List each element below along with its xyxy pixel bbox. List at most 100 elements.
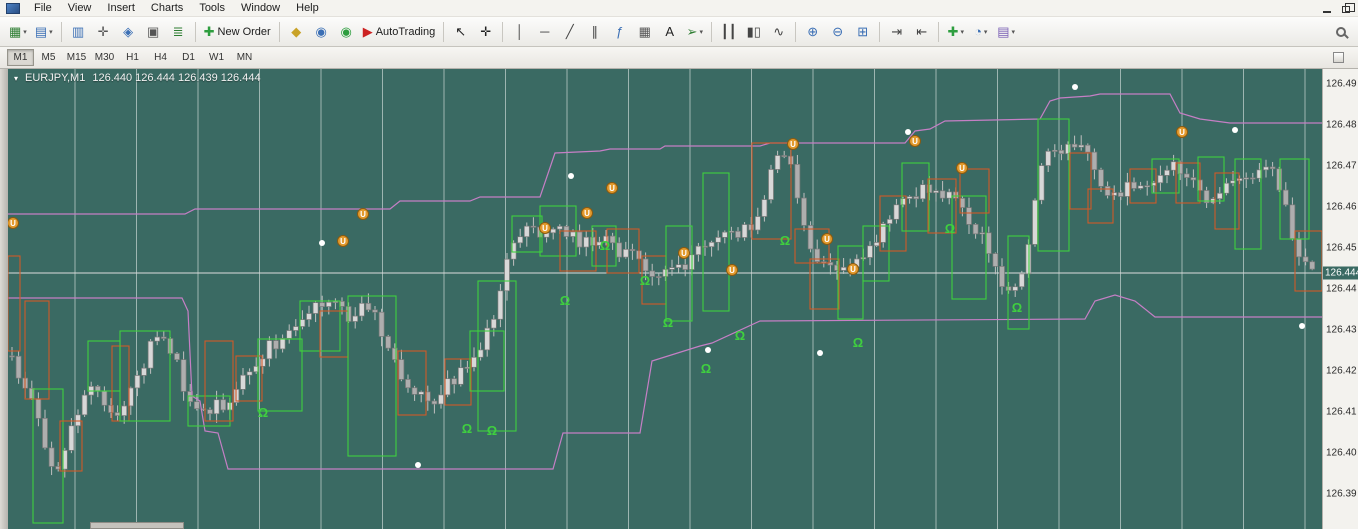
signal-up-marker-icon: U [821,233,833,245]
chart-window-icon [6,2,20,14]
side-panel-button[interactable] [1327,46,1350,69]
sound-button[interactable]: ◉ [335,20,358,43]
candlestick-chart-icon: ▮▯ [746,24,761,39]
bars-chart-button[interactable]: ┃┃ [717,20,740,43]
candlestick-chart-button[interactable]: ▮▯ [742,20,765,43]
timeframe-h1[interactable]: H1 [119,49,146,66]
timeframe-d1[interactable]: D1 [175,49,202,66]
signal-up-marker-icon: U [909,135,921,147]
chart-shift-button[interactable]: ⇤ [910,20,933,43]
periods-button[interactable]: ◔ ▾ [969,20,992,43]
chevron-down-icon: ▾ [983,28,988,36]
grid-layer [74,69,1306,529]
menu-tools[interactable]: Tools [191,1,233,15]
menu-insert[interactable]: Insert [99,1,143,15]
timeframe-m30[interactable]: M30 [91,49,118,66]
svg-text:U: U [912,137,918,146]
vertical-line-button[interactable]: │ [508,20,531,43]
text-button[interactable]: A [658,20,681,43]
zoom-out-icon: ⊖ [832,24,844,39]
timeframe-mn[interactable]: MN [231,49,258,66]
signal-up-marker-icon: U [539,222,551,234]
new-chart-button[interactable]: ▦ ▾ [6,20,30,43]
price-axis-label: 126.41 [1326,406,1357,418]
signal-omega-marker-icon: Ω [640,273,650,288]
timeframe-m5[interactable]: M5 [35,49,62,66]
menu-charts[interactable]: Charts [143,1,191,15]
chevron-down-icon: ▾ [49,28,53,36]
cursor-button[interactable]: ↖ [449,20,472,43]
toolbar-search-button[interactable] [1329,20,1352,43]
sound-icon: ◉ [340,24,352,39]
svg-text:U: U [959,164,965,173]
signal-up-marker-icon: U [678,247,690,259]
templates-icon: ▤ [997,24,1010,39]
horizontal-line-button[interactable]: ─ [533,20,556,43]
timeframe-m1[interactable]: M1 [7,49,34,66]
svg-text:U: U [542,224,548,233]
price-axis-label: 126.46 [1326,201,1357,213]
terminal-button[interactable]: ▣ [142,20,165,43]
current-price-tag: 126.444 [1323,266,1358,280]
window-minimize-button[interactable] [1318,2,1335,15]
signal-dot-icon [1072,84,1078,90]
indicators-button[interactable]: ✚ ▾ [944,20,967,43]
signal-omega-marker-icon: Ω [780,233,790,248]
price-scale[interactable]: 126.49 126.48 126.47 126.46 126.45 126.44 126.… [1322,69,1358,529]
horizontal-scrollbar-thumb[interactable] [90,522,184,529]
signal-omega-marker-icon: Ω [663,315,673,330]
toolbar-group: ┃┃ ▮▯ ∿ [716,20,791,43]
price-axis-label: 126.40 [1326,447,1357,459]
menu-file[interactable]: File [26,1,60,15]
chart-canvas[interactable]: UUUUUUUUUUUUUUΩΩ ΩΩΩΩΩΩΩΩΩΩΩ [8,69,1322,529]
shapes-button[interactable]: ▦ [633,20,656,43]
zoom-out-button[interactable]: ⊖ [826,20,849,43]
menu-window[interactable]: Window [233,1,288,15]
timeframe-h4[interactable]: H4 [147,49,174,66]
timeframe-w1[interactable]: W1 [203,49,230,66]
autotrading-button-label: AutoTrading [375,25,436,38]
toolbar-separator [60,21,62,42]
signal-omega-marker-icon: Ω [701,361,711,376]
timeframe-m15[interactable]: M15 [63,49,90,66]
autotrading-button[interactable]: ▶ AutoTrading [360,20,439,43]
toolbar-group: ⊕ ⊖ ⊞ [800,20,875,43]
line-chart-button[interactable]: ∿ [767,20,790,43]
templates-button[interactable]: ▤ ▾ [994,20,1018,43]
menu-view[interactable]: View [60,1,100,15]
chart-ohlc-label: 126.440 126.444 126.439 126.444 [92,72,261,84]
data-window-icon: ✛ [97,24,109,39]
text-icon: A [665,24,675,39]
window-restore-button[interactable] [1337,2,1355,15]
profiles-button[interactable]: ▤ ▾ [32,20,56,43]
tile-windows-button[interactable]: ⊞ [851,20,874,43]
toolbar-separator [938,21,940,42]
experts-button[interactable]: ◉ [310,20,333,43]
chart-area[interactable]: UUUUUUUUUUUUUUΩΩΩΩΩΩΩΩΩΩΩΩΩ ▾ EURJPY,M1 … [8,69,1322,529]
svg-text:U: U [681,249,687,258]
chart-window: UUUUUUUUUUUUUUΩΩΩΩΩΩΩΩΩΩΩΩΩ ▾ EURJPY,M1 … [0,69,1358,529]
toolbar-separator [502,21,504,42]
fibonacci-button[interactable]: ƒ [608,20,631,43]
menu-help[interactable]: Help [288,1,327,15]
arrows-button[interactable]: ➢ ▾ [683,20,706,43]
channel-button[interactable]: ∥ [583,20,606,43]
metaeditor-button[interactable]: ◆ [285,20,308,43]
auto-scroll-button[interactable]: ⇥ [885,20,908,43]
market-watch-button[interactable]: ▥ [67,20,90,43]
svg-text:U: U [10,219,16,228]
zoom-in-button[interactable]: ⊕ [801,20,824,43]
market-watch-icon: ▥ [71,24,85,39]
one-click-trading-toggle[interactable]: ▾ [14,74,18,83]
strategy-tester-button[interactable]: ≣ [167,20,190,43]
navigator-button[interactable]: ◈ [117,20,140,43]
toolbar-group: ▥ ✛ ◈ ▣ ≣ [66,20,191,43]
periods-icon: ◔ [974,24,982,39]
new-order-button[interactable]: ✚ New Order [201,20,274,43]
data-window-button[interactable]: ✛ [92,20,115,43]
trendline-button[interactable]: ╱ [558,20,581,43]
auto-scroll-icon: ⇥ [891,24,903,39]
price-axis-label: 126.39 [1326,488,1357,500]
signal-up-marker-icon: U [847,263,859,275]
crosshair-button[interactable]: ✛ [474,20,497,43]
